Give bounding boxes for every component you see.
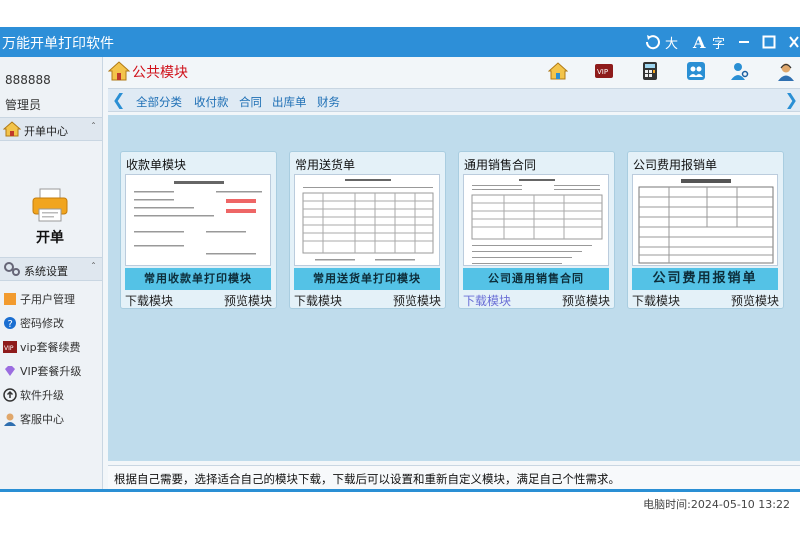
card-banner: 公司通用销售合同	[463, 268, 609, 290]
app-title: 万能开单打印软件	[2, 36, 114, 52]
menu-label: 软件升级	[20, 389, 64, 402]
card-banner: 公司费用报销单	[632, 268, 778, 290]
users-icon	[3, 292, 17, 306]
menu-label: vip套餐续费	[20, 341, 81, 354]
menu-vip-upgrade[interactable]: VIP套餐升级	[3, 361, 81, 381]
preview-button[interactable]: 预览模块	[224, 292, 272, 309]
template-thumbnail[interactable]	[632, 174, 778, 266]
download-button[interactable]: 下载模块	[632, 292, 680, 309]
card-banner: 常用送货单打印模块	[294, 268, 440, 290]
sidebar: 888888 管理员 开单中心 ˆ 开单 系统设置 ˆ 子用户管理 ? 密码修改…	[0, 57, 103, 489]
upgrade-icon	[3, 388, 17, 402]
preview-button[interactable]: 预览模块	[562, 292, 610, 309]
menu-support[interactable]: 客服中心	[3, 409, 64, 429]
home-icon	[2, 121, 22, 140]
menu-label: 客服中心	[20, 413, 64, 426]
chevron-up-icon: ˆ	[91, 122, 96, 133]
download-button[interactable]: 下载模块	[125, 292, 173, 309]
template-thumbnail[interactable]	[463, 174, 609, 266]
billing-button-label: 开单	[36, 230, 64, 246]
template-grid: 收款单模块 常用收款单打印模块 下载模块 预览模块 常用送货单 常用送货单打印模…	[108, 115, 800, 461]
vip-icon: VIP	[3, 340, 17, 354]
card-banner: 常用收款单打印模块	[125, 268, 271, 290]
category-filter-bar: ❮ 全部分类 收付款 合同 出库单 财务 ❯	[108, 88, 800, 112]
section-settings-header[interactable]: 系统设置 ˆ	[0, 257, 102, 281]
question-icon: ?	[3, 316, 17, 330]
font-large-label: 大	[665, 36, 679, 52]
font-char-label: 字	[712, 36, 726, 52]
minimize-button[interactable]	[738, 32, 750, 52]
diamond-icon	[3, 364, 17, 378]
menu-sub-users[interactable]: 子用户管理	[3, 289, 75, 309]
filter-all[interactable]: 全部分类	[136, 94, 182, 110]
scroll-right-icon[interactable]: ❯	[785, 90, 798, 109]
close-icon	[789, 36, 799, 48]
svg-text:?: ?	[8, 319, 13, 330]
filter-contract[interactable]: 合同	[239, 94, 262, 110]
refresh-icon	[645, 35, 660, 50]
svg-text:A: A	[692, 33, 706, 51]
svg-text:VIP: VIP	[4, 345, 14, 352]
scroll-left-icon[interactable]: ❮	[112, 90, 125, 109]
section-billing-label: 开单中心	[24, 125, 68, 138]
system-time: 电脑时间:2024-05-10 13:22	[643, 498, 790, 511]
card-title: 常用送货单	[295, 158, 356, 172]
filter-finance[interactable]: 财务	[317, 94, 340, 110]
card-title: 收款单模块	[126, 158, 187, 172]
filter-outbound[interactable]: 出库单	[272, 94, 307, 110]
preview-button[interactable]: 预览模块	[731, 292, 779, 309]
download-button[interactable]: 下载模块	[294, 292, 342, 309]
section-billing-header[interactable]: 开单中心 ˆ	[0, 117, 102, 141]
customer-service-icon[interactable]	[776, 61, 796, 81]
template-thumbnail[interactable]	[294, 174, 440, 266]
support-icon	[3, 412, 17, 426]
font-char-button[interactable]: A 字	[692, 32, 725, 52]
calculator-icon[interactable]	[640, 61, 660, 81]
card-title: 通用销售合同	[464, 158, 537, 172]
home-nav-icon[interactable]	[547, 61, 569, 81]
hint-text: 根据自己需要，选择适合自己的模块下载，下载后可以设置和重新自定义模块，满足自己个…	[114, 472, 620, 486]
font-large-button[interactable]: 大	[644, 32, 678, 52]
home-icon	[107, 60, 131, 86]
menu-label: 子用户管理	[20, 293, 75, 306]
page-title: 公共模块	[132, 65, 188, 81]
vip-nav-icon[interactable]: VIP	[594, 61, 614, 81]
app-window: 万能开单打印软件 大 A 字 888888 管理员 开单中心 ˆ 开单 系统设置…	[0, 27, 800, 511]
main-header: 公共模块 VIP	[104, 57, 800, 85]
gears-icon	[3, 261, 21, 280]
menu-label: VIP套餐升级	[20, 365, 82, 378]
hint-bar: 根据自己需要，选择适合自己的模块下载，下载后可以设置和重新自定义模块，满足自己个…	[108, 465, 800, 489]
template-card[interactable]: 公司费用报销单 公司费用报销单 下载模块 预览模块	[627, 151, 784, 309]
team-icon[interactable]	[686, 61, 706, 81]
filter-payments[interactable]: 收付款	[194, 94, 229, 110]
card-title: 公司费用报销单	[633, 158, 718, 172]
title-bar: 万能开单打印软件 大 A 字	[0, 27, 800, 57]
user-id: 888888	[5, 73, 51, 87]
template-card[interactable]: 常用送货单 常用送货单打印模块 下载模块 预览模块	[289, 151, 446, 309]
menu-label: 密码修改	[20, 317, 64, 330]
preview-button[interactable]: 预览模块	[393, 292, 441, 309]
maximize-icon	[762, 35, 776, 49]
template-thumbnail[interactable]	[125, 174, 271, 266]
printer-icon	[32, 188, 68, 222]
section-settings-label: 系统设置	[24, 265, 68, 278]
template-card[interactable]: 收款单模块 常用收款单打印模块 下载模块 预览模块	[120, 151, 277, 309]
status-bar: 电脑时间:2024-05-10 13:22	[0, 492, 800, 514]
billing-button[interactable]: 开单	[20, 187, 80, 251]
maximize-button[interactable]	[762, 32, 776, 52]
download-button[interactable]: 下载模块	[463, 292, 511, 309]
close-button[interactable]	[788, 32, 800, 52]
main-panel: 公共模块 VIP ❮ 全部分类 收付款 合同 出库单 财务 ❯ 收款单模块 常用…	[104, 57, 800, 489]
user-role: 管理员	[5, 98, 42, 112]
font-a-icon: A	[692, 33, 706, 51]
chevron-up-icon: ˆ	[91, 262, 96, 273]
template-card[interactable]: 通用销售合同 公司通用销售合同 下载模块 预览模块	[458, 151, 615, 309]
user-key-icon[interactable]	[730, 61, 750, 81]
menu-password[interactable]: ? 密码修改	[3, 313, 64, 333]
minimize-icon	[739, 41, 749, 43]
menu-vip-renew[interactable]: VIP vip套餐续费	[3, 337, 81, 357]
menu-software-upgrade[interactable]: 软件升级	[3, 385, 64, 405]
svg-text:VIP: VIP	[597, 68, 608, 76]
